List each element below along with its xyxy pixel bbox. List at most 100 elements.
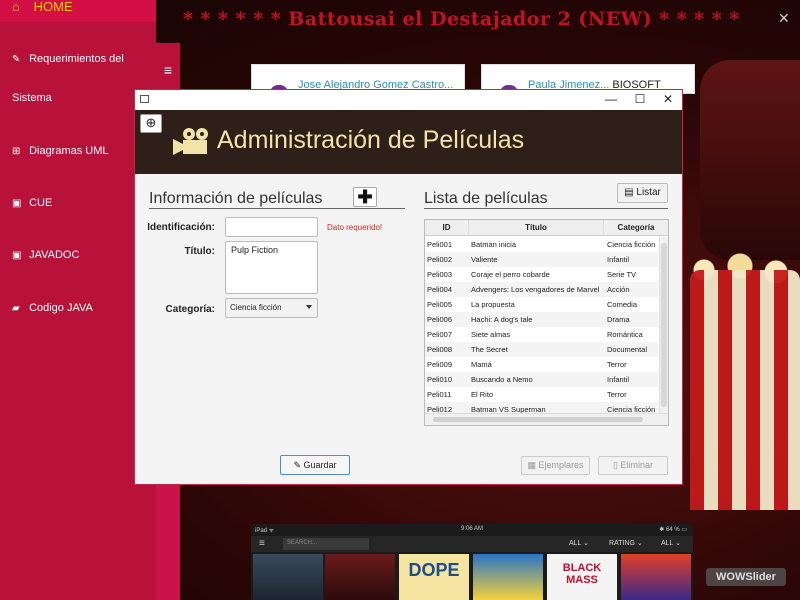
cell-categoria: Infantil — [607, 255, 630, 264]
list-section-title: Lista de películas — [424, 190, 548, 207]
cell-categoria: Comedia — [607, 300, 638, 309]
cell-titulo: Hachi: A dog's tale — [471, 315, 533, 324]
movie-poster[interactable] — [325, 554, 395, 600]
tablet-time: 9:06 AM — [461, 526, 484, 532]
table-body: Peli001 Batman inicia Ciencia ficción Peli0… — [425, 237, 658, 417]
cell-id: Peli005 — [427, 300, 453, 309]
table-row[interactable]: Peli010 Buscando a Nemo Infantil — [425, 372, 658, 387]
movie-poster[interactable] — [473, 554, 543, 600]
category-select[interactable]: Ciencia ficción — [225, 298, 318, 318]
category-selected-value: Ciencia ficción — [230, 303, 282, 312]
sidebar-item-diagramas-uml[interactable]: ⊞ Diagramas UML — [0, 145, 156, 157]
sidebar-item-requerimientos-line2[interactable]: Sistema — [0, 92, 156, 104]
horizontal-scrollbar[interactable] — [425, 413, 668, 425]
table-row[interactable]: Peli005 La propuesta Comedia — [425, 297, 658, 312]
sidebar-item-codigo-java[interactable]: ▰ Codigo JAVA — [0, 302, 156, 314]
movies-table[interactable]: ID Título Categoría Peli001 Batman inicia… — [424, 219, 669, 426]
cell-id: Peli003 — [427, 270, 453, 279]
divider — [424, 208, 668, 209]
movie-poster[interactable] — [253, 554, 323, 600]
movie-poster[interactable]: DOPE — [399, 554, 469, 600]
required-error-message: Dato requerido! — [327, 223, 383, 232]
ejemplares-button[interactable]: ▦ Ejemplares — [521, 456, 590, 475]
table-row[interactable]: Peli003 Coraje el perro cobarde Serie TV — [425, 267, 658, 282]
column-header-categoria[interactable]: Categoría — [604, 220, 668, 236]
cell-titulo: La propuesta — [471, 300, 515, 309]
table-row[interactable]: Peli011 El Rito Terror — [425, 387, 658, 402]
cell-id: Peli010 — [427, 375, 453, 384]
sidebar-item-label: Diagramas UML — [29, 145, 109, 157]
cell-categoria: Ciencia ficción — [607, 240, 656, 249]
pencil-icon: ✎ — [293, 460, 301, 470]
sitemap-icon: ⊞ — [12, 146, 21, 157]
app-header: ⊕ Administración de Películas — [135, 110, 682, 174]
window-app-icon — [140, 95, 149, 103]
cell-categoria: Serie TV — [607, 270, 637, 279]
window-titlebar[interactable]: — ☐ ✕ — [135, 90, 682, 110]
sidebar-item-label: Sistema — [12, 92, 52, 104]
table-row[interactable]: Peli002 Valiente Infantil — [425, 252, 658, 267]
category-label: Categoría: — [165, 304, 215, 315]
sidebar-item-label: CUE — [29, 197, 53, 209]
sidebar-item-cue[interactable]: ▣ CUE — [0, 197, 156, 209]
maximize-button[interactable]: ☐ — [626, 92, 654, 108]
sidebar: ⌂ HOME ✎ Requerimientos del Sistema ⊞ Di… — [0, 0, 156, 600]
cell-titulo: Advengers: Los vengadores de Marvel — [471, 285, 600, 294]
hamburger-menu-icon[interactable]: ≡ — [259, 538, 265, 549]
banner-title: * * * * * * Battousai el Destajador 2 (N… — [183, 8, 740, 30]
add-movie-button[interactable]: ✚ — [353, 187, 377, 207]
title-label: Título: — [184, 246, 215, 257]
cell-categoria: Romántica — [607, 330, 643, 339]
movie-poster[interactable]: BLACK MASS — [547, 554, 617, 600]
eliminar-label: Eliminar — [620, 460, 653, 470]
divider — [149, 208, 405, 209]
cell-titulo: Valiente — [471, 255, 498, 264]
table-row[interactable]: Peli007 Siete almas Romántica — [425, 327, 658, 342]
cell-categoria: Terror — [607, 360, 627, 369]
scrollbar-thumb[interactable] — [661, 243, 667, 407]
guardar-button[interactable]: ✎ Guardar — [280, 455, 350, 475]
cell-id: Peli006 — [427, 315, 453, 324]
cell-categoria: Documental — [607, 345, 648, 354]
column-header-id[interactable]: ID — [425, 220, 469, 236]
table-row[interactable]: Peli004 Advengers: Los vengadores de Marv… — [425, 282, 658, 297]
vertical-scrollbar[interactable] — [659, 237, 668, 413]
movie-poster[interactable] — [621, 554, 691, 600]
minimize-button[interactable]: — — [597, 92, 625, 108]
sidebar-item-requerimientos[interactable]: ✎ Requerimientos del — [0, 52, 156, 67]
eliminar-button[interactable]: ▯ Eliminar — [598, 456, 668, 475]
sidebar-item-label: Requerimientos del — [29, 53, 124, 65]
close-icon[interactable]: ✕ — [778, 10, 790, 27]
listar-label: Listar — [636, 187, 661, 198]
cell-titulo: Siete almas — [471, 330, 511, 339]
column-header-titulo[interactable]: Título — [469, 220, 604, 236]
tablet-search-input[interactable]: SEARCH... — [283, 538, 369, 550]
cell-id: Peli002 — [427, 255, 453, 264]
cell-titulo: Batman inicia — [471, 240, 517, 249]
id-input[interactable] — [225, 217, 318, 237]
table-row[interactable]: Peli008 The Secret Documental — [425, 342, 658, 357]
table-row[interactable]: Peli001 Batman inicia Ciencia ficción — [425, 237, 658, 252]
tablet-battery: ✱ 64 % ▭ — [659, 527, 687, 533]
listar-button[interactable]: ▤ Listar — [617, 183, 668, 203]
close-button[interactable]: ✕ — [654, 92, 682, 108]
cell-categoria: Infantil — [607, 375, 630, 384]
scrollbar-thumb[interactable] — [433, 417, 643, 422]
title-textarea[interactable]: Pulp Fiction — [225, 241, 318, 294]
back-button[interactable]: ⊕ — [140, 114, 162, 133]
list-icon: ▣ — [12, 198, 22, 209]
cell-id: Peli008 — [427, 345, 453, 354]
sidebar-item-javadoc[interactable]: ▣ JAVADOC — [0, 249, 156, 261]
guardar-label: Guardar — [303, 460, 337, 470]
tablet-filter-rating[interactable]: RATING ⌄ — [609, 539, 643, 547]
tablet-filter-all[interactable]: ALL ⌄ — [569, 539, 589, 547]
sidebar-item-home[interactable]: ⌂ HOME — [0, 0, 156, 22]
tablet-status-bar: iPad ᯤ 9:06 AM ✱ 64 % ▭ — [251, 526, 693, 536]
popcorn-bucket-image — [690, 270, 800, 510]
tablet-filter-all-2[interactable]: ALL ⌄ — [661, 539, 681, 547]
cell-titulo: The Secret — [471, 345, 508, 354]
watermark: WOWSlider — [706, 568, 786, 586]
table-row[interactable]: Peli009 Mamá Terror — [425, 357, 658, 372]
table-row[interactable]: Peli006 Hachi: A dog's tale Drama — [425, 312, 658, 327]
file-code-icon: ▰ — [12, 303, 20, 314]
